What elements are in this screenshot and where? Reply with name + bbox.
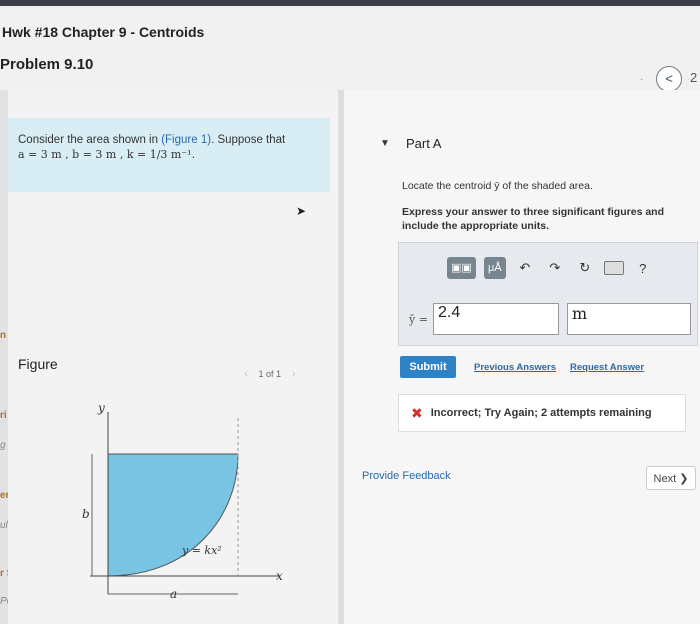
- curve-label: y = kx²: [181, 544, 222, 557]
- cut-label: ri: [0, 410, 7, 421]
- problem-number: 2: [690, 70, 698, 85]
- undo-icon[interactable]: ↶: [514, 260, 536, 276]
- mouse-cursor-icon: ➤: [296, 204, 307, 218]
- previous-answers-link[interactable]: Previous Answers: [474, 362, 556, 373]
- figure-next-icon[interactable]: ›: [292, 366, 296, 380]
- figure-link[interactable]: (Figure 1): [161, 134, 211, 146]
- problem-statement: Consider the area shown in (Figure 1). S…: [8, 118, 330, 192]
- figure-page: 1 of 1: [258, 369, 282, 379]
- part-title[interactable]: Part A: [406, 136, 441, 151]
- units-button[interactable]: μÅ: [483, 257, 506, 279]
- axis-x-label: x: [276, 569, 283, 583]
- problem-title: Problem 9.10: [0, 56, 94, 73]
- dim-b-label: b: [82, 507, 90, 521]
- cut-label: g: [0, 440, 6, 451]
- incorrect-text: Incorrect; Try Again; 2 attempts remaini…: [430, 407, 652, 419]
- answer-panel: [344, 90, 700, 624]
- figure-pager: ‹ 1 of 1 ›: [244, 366, 324, 384]
- variable-label: ȳ =: [409, 313, 428, 326]
- assignment-title[interactable]: Hwk #18 Chapter 9 - Centroids: [2, 24, 204, 40]
- value-input[interactable]: 2.4: [433, 303, 559, 335]
- figure-prev-icon[interactable]: ‹: [244, 366, 248, 380]
- math-toolbar: ▣▣ μÅ ↶ ↷ ↻ ?: [447, 255, 654, 281]
- cut-label: n: [0, 330, 7, 341]
- bold-instruction: Express your answer to three significant…: [402, 206, 664, 232]
- reset-icon[interactable]: ↻: [574, 260, 596, 276]
- pager-dots: ·: [640, 74, 646, 85]
- unit-input[interactable]: m: [567, 303, 691, 335]
- problem-text: Consider the area shown in: [18, 134, 162, 146]
- template-button[interactable]: ▣▣: [447, 257, 476, 279]
- problem-values: a = 3 m , b = 3 m , k = 1/3 m⁻¹.: [18, 148, 196, 161]
- previous-problem-button[interactable]: <: [656, 66, 682, 92]
- redo-icon[interactable]: ↷: [544, 260, 566, 276]
- instruction: Locate the centroid ȳ of the shaded area…: [402, 180, 593, 192]
- axis-y-label: y: [97, 401, 105, 415]
- collapse-icon[interactable]: ▼: [380, 138, 390, 149]
- request-answer-link[interactable]: Request Answer: [570, 362, 644, 373]
- figure-diagram: y x b a y = kx²: [82, 401, 283, 601]
- next-button[interactable]: Next ❯: [646, 466, 696, 490]
- help-icon[interactable]: ?: [632, 261, 654, 276]
- feedback-message: ✖ Incorrect; Try Again; 2 attempts remai…: [398, 394, 686, 432]
- dim-a-label: a: [170, 587, 177, 601]
- keyboard-icon[interactable]: [603, 261, 624, 275]
- provide-feedback-link[interactable]: Provide Feedback: [362, 470, 451, 482]
- shaded-area: [107, 453, 239, 577]
- problem-text-after: . Suppose that: [211, 134, 286, 146]
- figure-label: Figure: [18, 356, 58, 372]
- answer-box: ▣▣ μÅ ↶ ↷ ↻ ? ȳ = 2.4 m: [398, 242, 698, 346]
- header: Hwk #18 Chapter 9 - Centroids Problem 9.…: [0, 6, 700, 92]
- left-sidebar-cut: [0, 90, 8, 624]
- incorrect-icon: ✖: [411, 404, 423, 421]
- submit-button[interactable]: Submit: [400, 356, 456, 378]
